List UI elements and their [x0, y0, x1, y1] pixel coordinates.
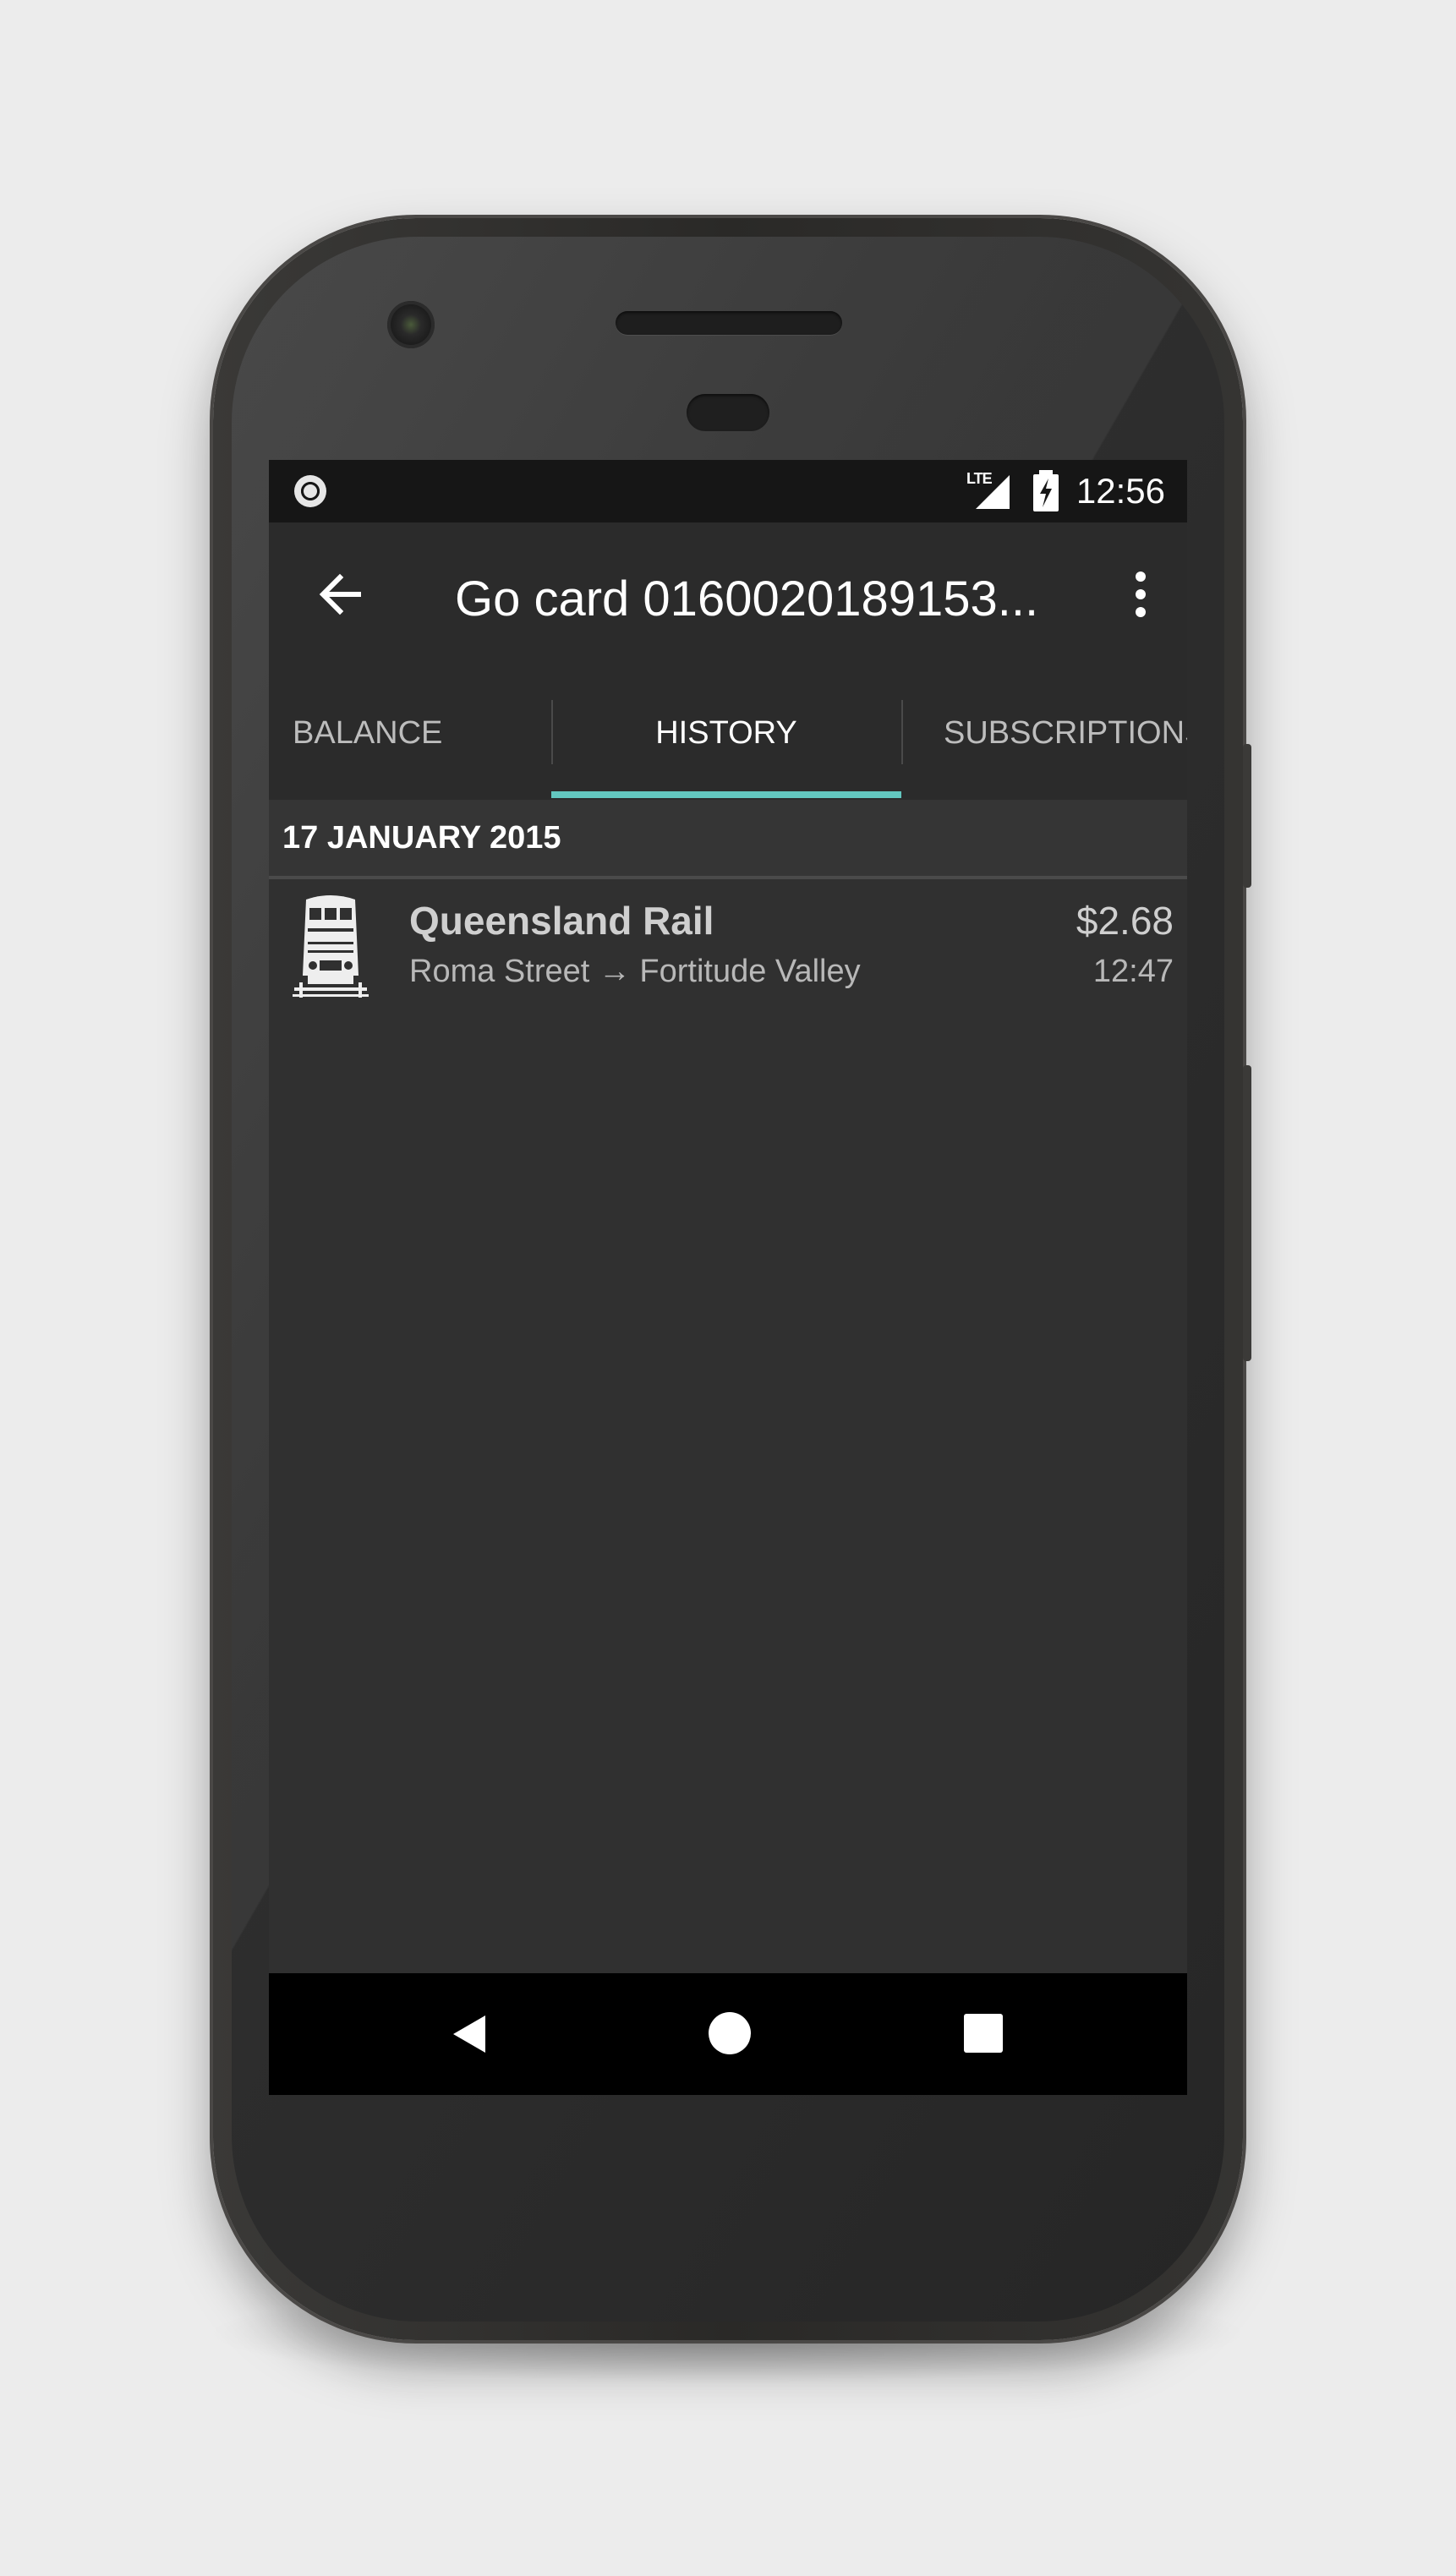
arrow-left-icon[interactable] [309, 563, 372, 626]
train-icon [293, 895, 369, 998]
date-header: 17 JANUARY 2015 [282, 820, 561, 856]
front-camera [387, 301, 435, 348]
battery-charging-icon [1033, 470, 1059, 511]
page-title: Go card 0160020189153... [455, 572, 1039, 626]
nav-home-icon[interactable] [709, 2012, 751, 2054]
tab-divider [901, 700, 903, 764]
status-time: 12:56 [1076, 471, 1165, 511]
power-button [1243, 744, 1251, 888]
trip-time: 12:47 [1092, 954, 1174, 989]
tab-bar: BALANCE HISTORY SUBSCRIPTIONS [269, 666, 1187, 800]
tab-indicator [551, 791, 901, 798]
tab-history[interactable]: HISTORY [551, 666, 901, 800]
status-bar: LTE 12:56 [269, 460, 1187, 522]
nav-back-icon[interactable] [448, 2012, 492, 2056]
trip-operator: Queensland Rail [409, 899, 714, 943]
earpiece-speaker [616, 311, 842, 335]
system-nav-bar [269, 1973, 1187, 2095]
tab-subscriptions[interactable]: SUBSCRIPTIONS [944, 666, 1187, 800]
proximity-sensor [687, 394, 769, 431]
trip-route: Roma Street → Fortitude Valley [409, 954, 861, 989]
app-bar: Go card 0160020189153... [269, 522, 1187, 666]
trip-fare: $2.68 [1076, 899, 1174, 943]
nav-recents-icon[interactable] [964, 2014, 1003, 2053]
more-vert-icon[interactable] [1119, 563, 1162, 626]
network-type: LTE [966, 470, 993, 487]
trip-list-item[interactable]: Queensland Rail Roma Street → Fortitude … [269, 879, 1187, 1006]
volume-button [1243, 1065, 1251, 1361]
date-section-header: 17 JANUARY 2015 [269, 800, 1187, 879]
tab-balance[interactable]: BALANCE [293, 666, 546, 800]
notification-icon-core [304, 484, 317, 498]
screen: LTE 12:56 Go card 0160020189153... BALAN… [269, 460, 1187, 2095]
